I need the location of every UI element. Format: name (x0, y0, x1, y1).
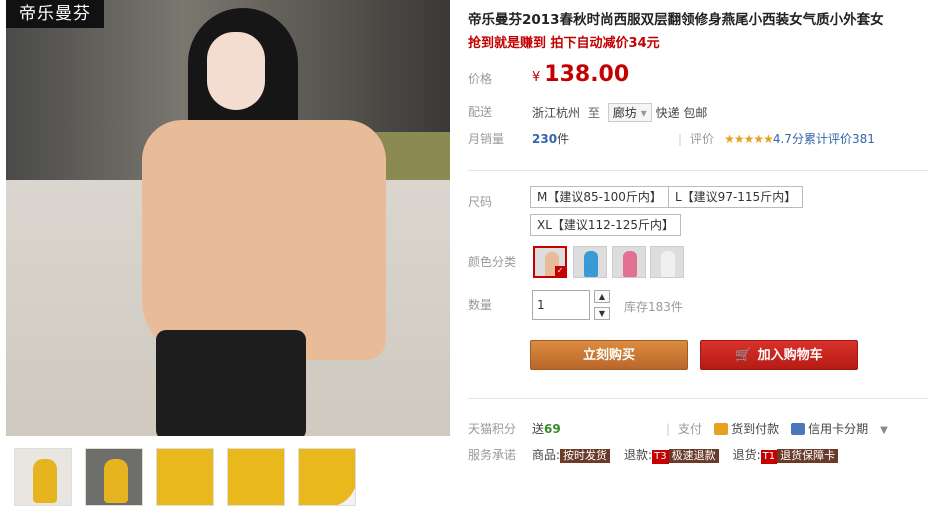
swatch-figure (584, 251, 598, 277)
product-page: 帝乐曼芬 帝乐曼芬2013春秋时尚西服双层翻领修身燕尾小西装女气质小外套女 抢到… (0, 0, 930, 516)
shipping-from: 浙江杭州 (532, 106, 581, 120)
points-label: 天猫积分 (468, 422, 517, 436)
size-label: 尺码 (468, 195, 493, 209)
model-face (207, 32, 265, 110)
shipping-label: 配送 (468, 105, 493, 119)
service-label: 服务承诺 (468, 448, 517, 462)
thumbnail-strip (14, 448, 356, 506)
destination-select[interactable]: 廊坊 ▾ (607, 103, 652, 122)
size-option-xl[interactable]: XL【建议112-125斤内】 (530, 214, 682, 236)
rating-text: 4.7分累计评价381 (772, 132, 875, 146)
points-prefix: 送 (532, 422, 545, 436)
swatch-figure (623, 251, 637, 277)
color-swatch-2[interactable] (573, 246, 607, 278)
thumbnail-1[interactable] (14, 448, 72, 506)
color-swatch-1[interactable]: ✓ (533, 246, 567, 278)
color-swatch-4[interactable] (650, 246, 684, 278)
divider (468, 170, 928, 171)
cash-on-delivery-icon (714, 423, 729, 435)
goods-label: 商品: (532, 448, 561, 462)
chevron-down-icon: ▾ (640, 106, 647, 120)
return-guarantee-tag[interactable]: 退货保障卡 (777, 449, 839, 463)
price-label: 价格 (468, 72, 493, 86)
selected-check-icon: ✓ (555, 266, 565, 276)
shipping-info: 浙江杭州 至 廊坊 ▾ 快递 包邮 (532, 103, 707, 122)
divider (468, 398, 928, 399)
add-to-cart-label: 加入购物车 (757, 348, 823, 363)
credit-installment[interactable]: 信用卡分期 (808, 422, 868, 436)
monthly-sales: 230件 (532, 130, 569, 147)
currency-symbol: ¥ (532, 70, 541, 85)
payment-methods: | 支付 货到付款 信用卡分期 ▼ (666, 420, 888, 437)
refund-badge: T3 (652, 450, 669, 464)
thumbnail-5[interactable] (298, 448, 356, 506)
shipping-note: 快递 包邮 (655, 106, 708, 120)
fast-refund-tag[interactable]: 极速退款 (668, 449, 719, 463)
thumbnail-figure (104, 459, 128, 503)
on-time-shipping-tag[interactable]: 按时发货 (560, 449, 611, 463)
brand-logo: 帝乐曼芬 (6, 0, 104, 28)
return-label: 退货: (732, 448, 761, 462)
shipping-to-word: 至 (587, 106, 600, 120)
star-rating-icon: ★★★★★ (724, 132, 774, 146)
sales-unit: 件 (557, 132, 570, 146)
thumbnail-figure (157, 449, 213, 505)
stock-text: 库存183件 (624, 300, 683, 314)
credit-card-icon (791, 423, 806, 435)
promo-text: 抢到就是赚到 拍下自动减价34元 (468, 36, 660, 51)
points: 送69 (532, 420, 561, 437)
swatch-figure (661, 251, 675, 277)
thumbnail-figure (33, 459, 57, 503)
model-pants (156, 330, 306, 436)
quantity-input[interactable] (532, 290, 590, 320)
thumbnail-figure (228, 449, 284, 505)
cash-on-delivery[interactable]: 货到付款 (731, 422, 779, 436)
size-option-l[interactable]: L【建议97-115斤内】 (668, 186, 804, 208)
refund-label: 退款: (624, 448, 653, 462)
points-value: 69 (544, 422, 561, 436)
sales-label: 月销量 (468, 132, 505, 146)
price: ¥138.00 (532, 62, 629, 87)
destination-value: 廊坊 (612, 106, 637, 120)
thumbnail-figure (299, 449, 355, 505)
thumbnail-4[interactable] (227, 448, 285, 506)
model-jacket (142, 120, 386, 360)
color-label: 颜色分类 (468, 255, 517, 269)
main-product-image[interactable] (6, 0, 450, 436)
sales-count: 230 (532, 132, 558, 146)
add-to-cart-button[interactable]: 🛒 加入购物车 (700, 340, 858, 370)
quantity-label: 数量 (468, 298, 493, 312)
separator: | (666, 422, 671, 436)
quantity-increase-button[interactable]: ▲ (594, 290, 610, 303)
product-title: 帝乐曼芬2013春秋时尚西服双层翻领修身燕尾小西装女气质小外套女 (468, 12, 884, 28)
service-promises: 商品: 按时发货 退款: T3 极速退款 退货: T1 退货保障卡 (532, 446, 852, 464)
payment-label: 支付 (678, 422, 703, 436)
rating-label: 评价 (690, 132, 715, 146)
size-option-m[interactable]: M【建议85-100斤内】 (530, 186, 669, 208)
quantity-decrease-button[interactable]: ▼ (594, 307, 610, 320)
price-value: 138.00 (544, 62, 630, 87)
thumbnail-2[interactable] (85, 448, 143, 506)
rating[interactable]: | 评价 ★★★★★4.7分累计评价381 (678, 130, 875, 147)
cart-icon: 🛒 (735, 348, 752, 363)
separator: | (678, 132, 683, 146)
thumbnail-3[interactable] (156, 448, 214, 506)
buy-now-button[interactable]: 立刻购买 (530, 340, 688, 370)
color-swatch-3[interactable] (612, 246, 646, 278)
chevron-down-icon[interactable]: ▼ (880, 425, 888, 436)
return-badge: T1 (760, 450, 778, 464)
